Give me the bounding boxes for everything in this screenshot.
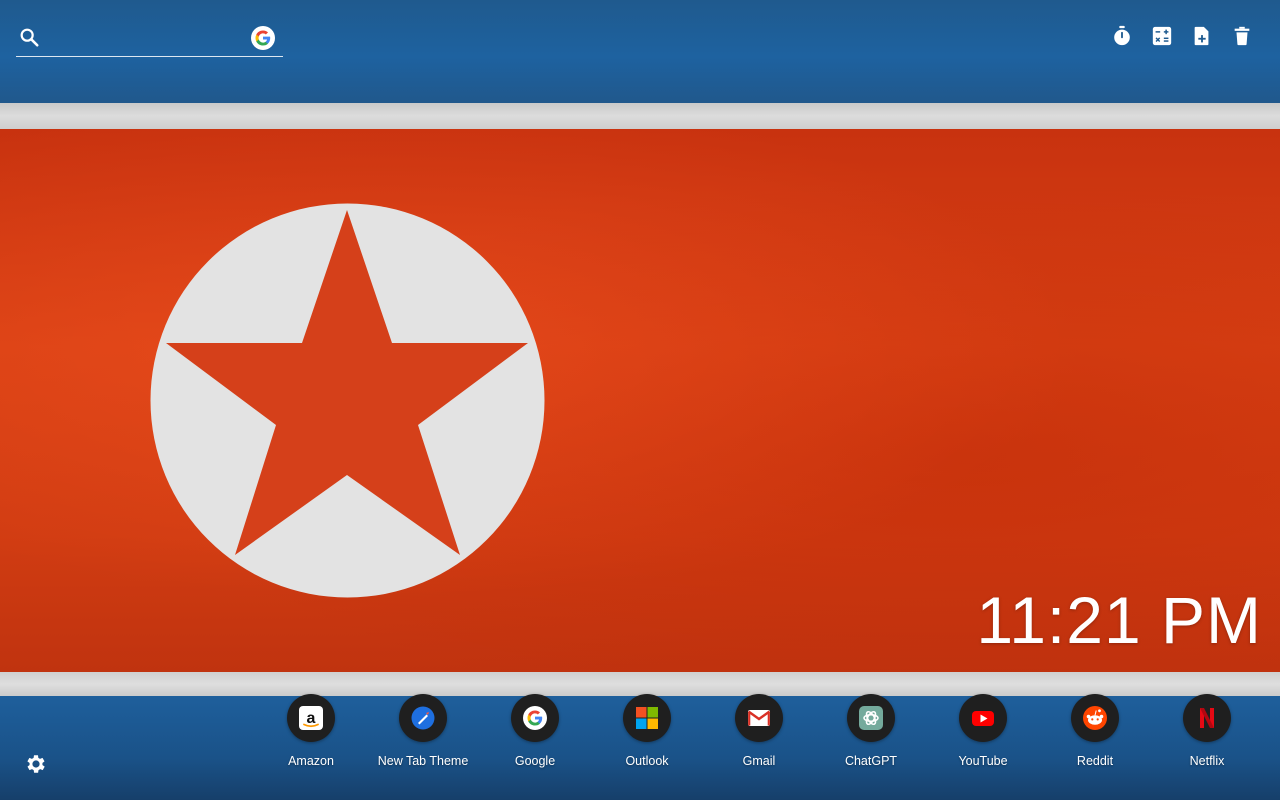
shortcut-youtube[interactable]: YouTube bbox=[927, 694, 1039, 768]
shortcut-label: YouTube bbox=[958, 754, 1008, 768]
toolbar bbox=[1110, 24, 1254, 48]
shortcut-outlook[interactable]: Outlook bbox=[591, 694, 703, 768]
gmail-icon bbox=[747, 710, 771, 726]
chatgpt-icon bbox=[859, 706, 883, 730]
microsoft-icon bbox=[636, 707, 658, 729]
reddit-icon bbox=[1083, 706, 1107, 730]
search-bar bbox=[16, 22, 283, 57]
youtube-icon bbox=[972, 711, 994, 726]
google-icon[interactable] bbox=[251, 26, 275, 50]
shortcut-label: Outlook bbox=[625, 754, 669, 768]
amazon-icon: a bbox=[299, 706, 323, 730]
gear-icon[interactable] bbox=[24, 752, 48, 776]
shortcut-label: Amazon bbox=[288, 754, 334, 768]
trash-icon[interactable] bbox=[1230, 24, 1254, 48]
shortcuts-bar: a Amazon New Tab Theme Google Outlook Gm… bbox=[255, 694, 1263, 768]
stopwatch-icon[interactable] bbox=[1110, 24, 1134, 48]
new-tab-theme-icon bbox=[411, 706, 435, 730]
new-tab-page: 11:21 PM a Amazon New Tab Theme Google O… bbox=[0, 0, 1280, 800]
google-icon bbox=[523, 706, 547, 730]
shortcut-gmail[interactable]: Gmail bbox=[703, 694, 815, 768]
shortcut-label: Google bbox=[514, 754, 556, 768]
shortcut-amazon[interactable]: a Amazon bbox=[255, 694, 367, 768]
shortcut-netflix[interactable]: Netflix bbox=[1151, 694, 1263, 768]
flag-emblem bbox=[150, 203, 545, 598]
clock-time: 11:21 PM bbox=[976, 583, 1262, 657]
calculator-icon[interactable] bbox=[1150, 24, 1174, 48]
search-input[interactable] bbox=[48, 24, 252, 52]
shortcut-label: Netflix bbox=[1189, 754, 1225, 768]
shortcut-new-tab-theme[interactable]: New Tab Theme bbox=[367, 694, 479, 768]
note-add-icon[interactable] bbox=[1190, 24, 1214, 48]
netflix-icon bbox=[1200, 708, 1214, 728]
wallpaper-white-stripe-bottom bbox=[0, 672, 1280, 696]
shortcut-label: Reddit bbox=[1076, 754, 1114, 768]
search-icon[interactable] bbox=[18, 26, 40, 48]
shortcut-reddit[interactable]: Reddit bbox=[1039, 694, 1151, 768]
shortcut-label: ChatGPT bbox=[844, 754, 898, 768]
shortcut-chatgpt[interactable]: ChatGPT bbox=[815, 694, 927, 768]
shortcut-google[interactable]: Google bbox=[479, 694, 591, 768]
wallpaper-white-stripe-top bbox=[0, 103, 1280, 129]
shortcut-label: Gmail bbox=[742, 754, 776, 768]
shortcut-label: New Tab Theme bbox=[377, 754, 469, 768]
svg-text:a: a bbox=[307, 710, 316, 727]
